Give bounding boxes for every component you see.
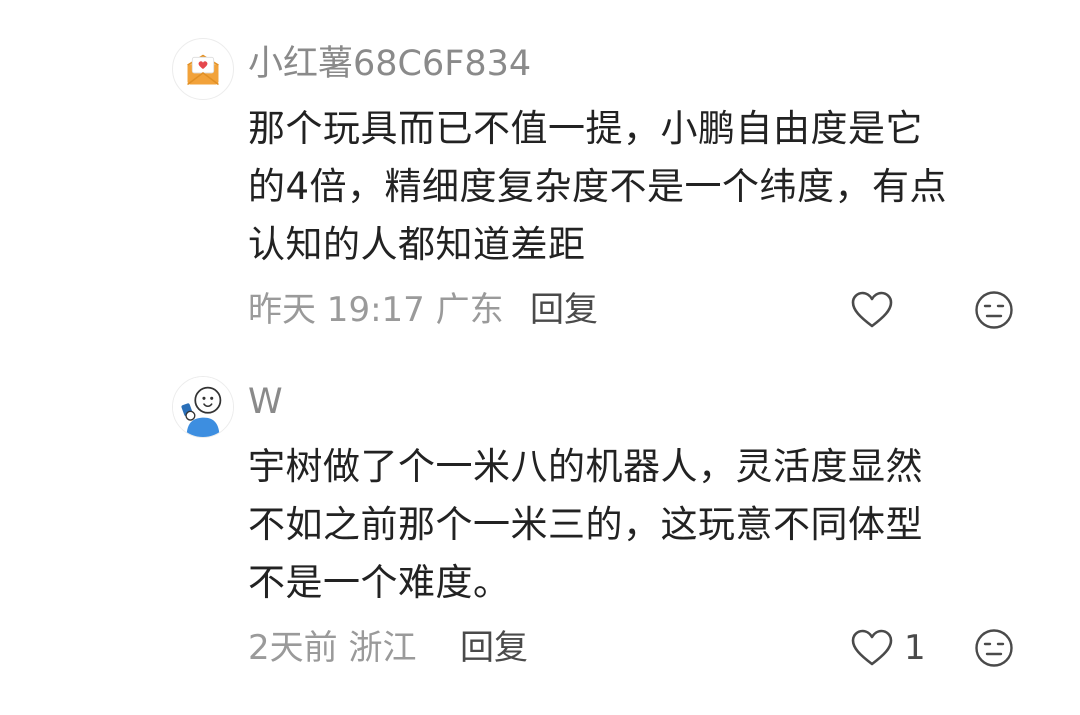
heart-outline-icon: [851, 629, 893, 666]
like-button[interactable]: [850, 286, 904, 334]
cartoon-character-icon: [173, 377, 233, 437]
like-count: 1: [904, 628, 926, 668]
comment-text: 宇树做了个一米八的机器人，灵活度显然 不如之前那个一米三的，这玩意不同体型 不是…: [248, 438, 1038, 612]
avatar[interactable]: [172, 38, 234, 100]
neutral-face-icon: [975, 629, 1013, 667]
comment-meta: 昨天 19:17 广东: [248, 290, 504, 330]
like-button[interactable]: 1: [850, 624, 926, 672]
comment-line: 的4倍，精细度复杂度不是一个纬度，有点: [248, 165, 948, 208]
neutral-face-icon: [975, 291, 1013, 329]
username[interactable]: W: [248, 380, 283, 424]
comment-line: 那个玩具而已不值一提，小鹏自由度是它: [248, 107, 923, 150]
comment-line: 不是一个难度。: [248, 561, 511, 604]
comment-text: 那个玩具而已不值一提，小鹏自由度是它 的4倍，精细度复杂度不是一个纬度，有点 认…: [248, 100, 1038, 274]
dislike-button[interactable]: [974, 290, 1014, 330]
comment-line: 认知的人都知道差距: [248, 223, 586, 266]
comment-meta: 2天前 浙江: [248, 628, 417, 668]
username[interactable]: 小红薯68C6F834: [248, 42, 531, 86]
reply-button[interactable]: 回复: [530, 288, 598, 332]
dislike-button[interactable]: [974, 628, 1014, 668]
comment-line: 不如之前那个一米三的，这玩意不同体型: [248, 503, 923, 546]
envelope-heart-icon: [187, 54, 219, 86]
reply-button[interactable]: 回复: [460, 626, 528, 670]
heart-outline-icon: [851, 291, 893, 328]
comment-line: 宇树做了个一米八的机器人，灵活度显然: [248, 445, 923, 488]
avatar[interactable]: [172, 376, 234, 438]
